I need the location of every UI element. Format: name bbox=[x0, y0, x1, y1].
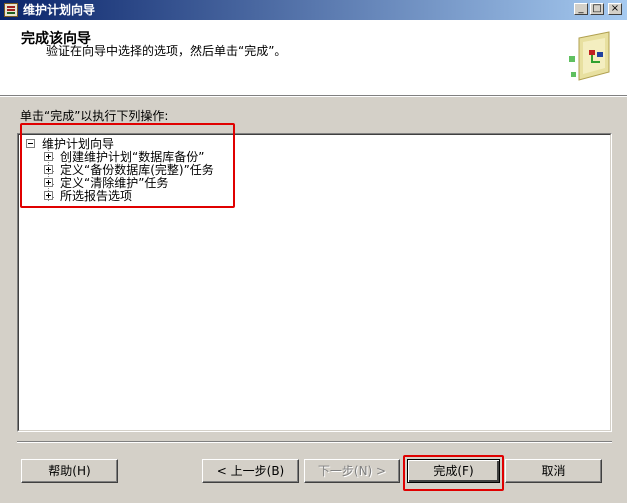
page-subtitle: 验证在向导中选择的选项，然后单击“完成”。 bbox=[46, 44, 287, 58]
help-button[interactable]: 帮助(H) bbox=[21, 459, 118, 483]
next-button[interactable]: 下一步(N) > bbox=[304, 459, 400, 483]
window-title: 维护计划向导 bbox=[23, 3, 96, 17]
header-divider bbox=[0, 96, 627, 97]
close-button[interactable]: × bbox=[608, 3, 622, 15]
app-icon bbox=[4, 3, 18, 17]
tree-highlight-box bbox=[20, 123, 235, 208]
cancel-button[interactable]: 取消 bbox=[505, 459, 602, 483]
wizard-header: 完成该向导 验证在向导中选择的选项，然后单击“完成”。 bbox=[0, 20, 627, 96]
minimize-button[interactable]: _ bbox=[574, 3, 588, 15]
instructions-label: 单击“完成”以执行下列操作: bbox=[20, 109, 169, 123]
title-bar[interactable]: 维护计划向导 _ □ × bbox=[0, 0, 627, 20]
wizard-icon bbox=[569, 31, 610, 81]
back-button[interactable]: < 上一步(B) bbox=[202, 459, 299, 483]
button-separator bbox=[17, 441, 612, 443]
maximize-button[interactable]: □ bbox=[590, 3, 604, 15]
finish-highlight-box bbox=[403, 455, 504, 491]
